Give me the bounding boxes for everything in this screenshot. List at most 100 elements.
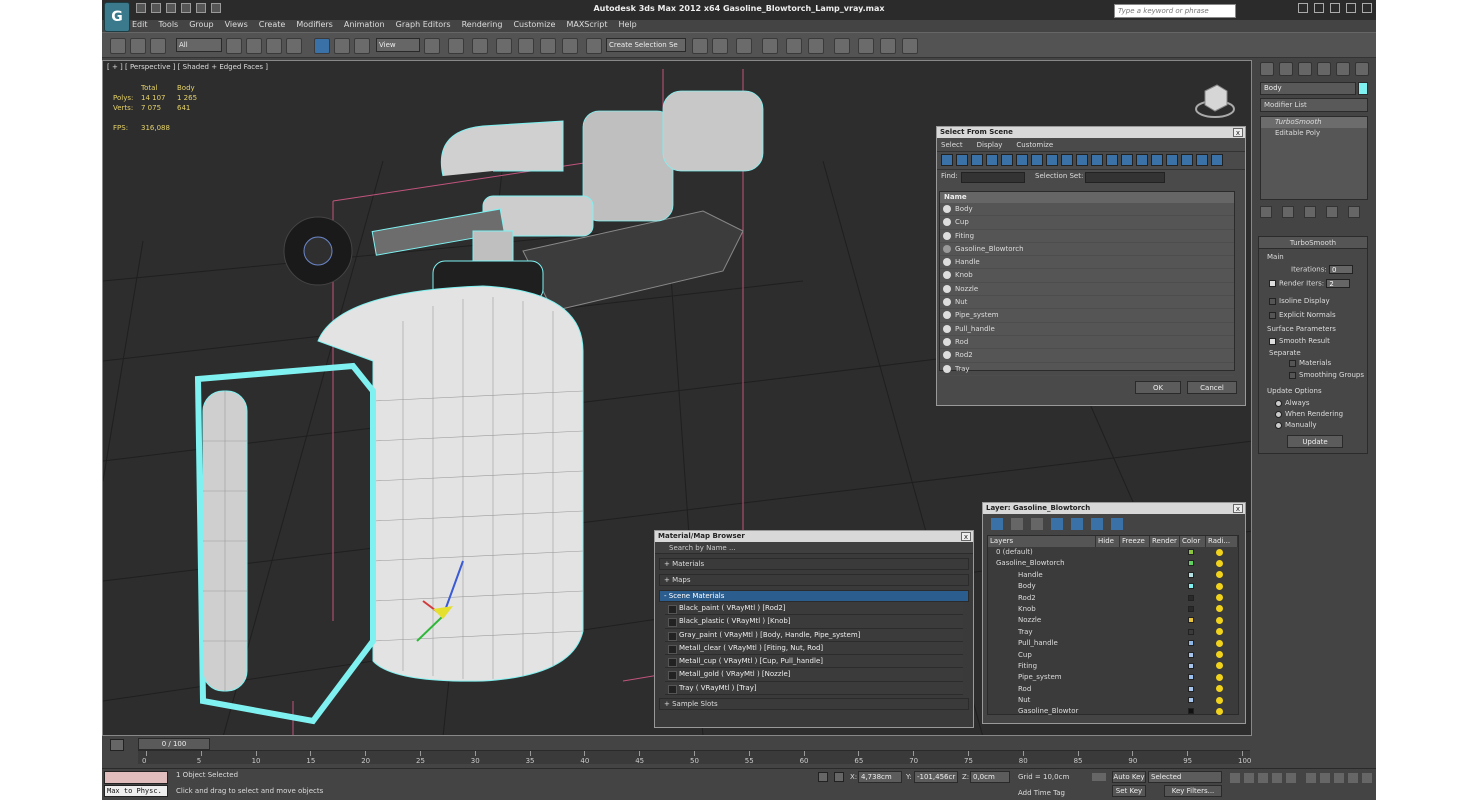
turbosmooth-title[interactable]: TurboSmooth — [1259, 237, 1367, 249]
list-item[interactable]: Nozzle — [940, 283, 1234, 297]
hide-toggle[interactable] — [1096, 672, 1120, 683]
scale-icon[interactable] — [354, 38, 370, 54]
zoom-icon[interactable] — [1306, 773, 1316, 783]
radiosity-cell[interactable] — [1206, 695, 1238, 706]
named-selection-set-dropdown[interactable]: Create Selection Se — [606, 38, 686, 52]
layer-color-cell[interactable] — [1180, 593, 1206, 604]
maxscript-listener[interactable] — [104, 771, 168, 784]
manually-radio[interactable] — [1275, 421, 1282, 429]
menu-maxscript[interactable]: MAXScript — [566, 20, 607, 32]
go-to-end-icon[interactable] — [1286, 773, 1296, 783]
modify-tab-icon[interactable] — [1279, 62, 1293, 76]
hide-toggle[interactable] — [1096, 604, 1120, 615]
utilities-tab-icon[interactable] — [1355, 62, 1369, 76]
cancel-button[interactable]: Cancel — [1187, 381, 1237, 394]
motion-tab-icon[interactable] — [1317, 62, 1331, 76]
display-xrefs-icon[interactable] — [1046, 154, 1058, 166]
material-item[interactable]: Black_paint ( VRayMtl ) [Rod2] — [665, 602, 963, 616]
layer-color-cell[interactable] — [1180, 615, 1206, 626]
hide-toggle[interactable] — [1096, 638, 1120, 649]
display-hidden-icon[interactable] — [1106, 154, 1118, 166]
always-radio[interactable] — [1275, 399, 1282, 407]
hide-toggle[interactable] — [1096, 615, 1120, 626]
move-icon[interactable] — [314, 38, 330, 54]
viewcube-icon[interactable] — [1195, 81, 1235, 119]
edit-named-selection-icon[interactable] — [586, 38, 602, 54]
mini-curve-editor-icon[interactable] — [110, 739, 124, 751]
search-icon[interactable] — [1298, 3, 1308, 13]
hide-toggle[interactable] — [1096, 581, 1120, 592]
graphite-ribbon-icon[interactable] — [762, 38, 778, 54]
zoom-extents-all-icon[interactable] — [1348, 773, 1358, 783]
zoom-extents-icon[interactable] — [1334, 773, 1344, 783]
link-icon[interactable] — [110, 38, 126, 54]
material-item[interactable]: Metall_cup ( VRayMtl ) [Cup, Pull_handle… — [665, 655, 963, 669]
render-iters-spinner[interactable]: 2 — [1326, 279, 1351, 288]
layers-column-header[interactable]: Layers — [988, 536, 1096, 547]
remove-modifier-icon[interactable] — [1326, 206, 1338, 218]
zoom-all-icon[interactable] — [1320, 773, 1330, 783]
schematic-view-icon[interactable] — [808, 38, 824, 54]
render-toggle[interactable] — [1150, 706, 1180, 717]
render-toggle[interactable] — [1150, 604, 1180, 615]
layer-color-cell[interactable] — [1180, 672, 1206, 683]
key-selection-dropdown[interactable]: Selected — [1148, 771, 1222, 783]
absolute-mode-icon[interactable] — [834, 772, 844, 782]
add-time-tag[interactable]: Add Time Tag — [1018, 789, 1065, 797]
radiosity-cell[interactable] — [1206, 593, 1238, 604]
maxscript-mini-label[interactable]: Max to Physc. — [104, 785, 168, 797]
smooth-result-checkbox[interactable] — [1269, 337, 1276, 345]
object-color-swatch[interactable] — [1358, 82, 1368, 95]
freeze-toggle[interactable] — [1120, 695, 1150, 706]
layer-color-cell[interactable] — [1180, 547, 1206, 558]
layer-color-cell[interactable] — [1180, 604, 1206, 615]
x-coordinate-field[interactable]: 4,738cm — [858, 771, 902, 783]
delete-layer-icon[interactable] — [1011, 518, 1023, 530]
render-setup-icon[interactable] — [858, 38, 874, 54]
search-input[interactable]: Type a keyword or phrase — [1114, 4, 1236, 18]
menu-edit[interactable]: Edit — [132, 20, 148, 32]
display-bones-icon[interactable] — [1061, 154, 1073, 166]
help-icon[interactable] — [1314, 3, 1324, 13]
bind-space-warp-icon[interactable] — [150, 38, 166, 54]
select-all-icon[interactable] — [1166, 154, 1178, 166]
render-toggle[interactable] — [1150, 627, 1180, 638]
time-slider[interactable]: 0 / 100 — [138, 738, 210, 750]
radiosity-cell[interactable] — [1206, 627, 1238, 638]
freeze-toggle[interactable] — [1120, 650, 1150, 661]
unlink-icon[interactable] — [130, 38, 146, 54]
render-toggle[interactable] — [1150, 684, 1180, 695]
layer-color-cell[interactable] — [1180, 684, 1206, 695]
selection-set-dropdown[interactable] — [1085, 172, 1165, 183]
pivot-center-icon[interactable] — [424, 38, 440, 54]
menu-customize[interactable]: Customize — [513, 20, 555, 32]
radiosity-cell[interactable] — [1206, 558, 1238, 569]
render-iters-checkbox[interactable] — [1269, 280, 1276, 287]
list-item[interactable]: Cup — [940, 216, 1234, 230]
menu-animation[interactable]: Animation — [344, 20, 385, 32]
layer-color-cell[interactable] — [1180, 581, 1206, 592]
select-manipulate-icon[interactable] — [448, 38, 464, 54]
pin-stack-icon[interactable] — [1260, 206, 1272, 218]
reference-coordinate-dropdown[interactable]: View — [376, 38, 420, 52]
material-item[interactable]: Black_plastic ( VRayMtl ) [Knob] — [665, 615, 963, 629]
display-tab-icon[interactable] — [1336, 62, 1350, 76]
list-item[interactable]: Rod2 — [940, 349, 1234, 363]
play-icon[interactable] — [1258, 773, 1268, 783]
set-key-button[interactable]: Set Key — [1112, 785, 1146, 797]
selection-filter-dropdown[interactable]: All — [176, 38, 222, 52]
maps-section[interactable]: + Maps — [659, 574, 969, 586]
select-by-name-icon[interactable] — [246, 38, 262, 54]
hide-toggle[interactable] — [1096, 547, 1120, 558]
next-frame-icon[interactable] — [1272, 773, 1282, 783]
layer-row[interactable]: Knob — [988, 604, 1238, 615]
list-item[interactable]: Nut — [940, 296, 1234, 310]
radiosity-cell[interactable] — [1206, 570, 1238, 581]
render-toggle[interactable] — [1150, 650, 1180, 661]
radiosity-cell[interactable] — [1206, 604, 1238, 615]
minimize-button[interactable] — [1330, 3, 1340, 13]
render-toggle[interactable] — [1150, 581, 1180, 592]
list-item[interactable]: Handle — [940, 256, 1234, 270]
stack-item-turbosmooth[interactable]: TurboSmooth — [1261, 117, 1367, 128]
explicit-normals-checkbox[interactable] — [1269, 311, 1276, 319]
